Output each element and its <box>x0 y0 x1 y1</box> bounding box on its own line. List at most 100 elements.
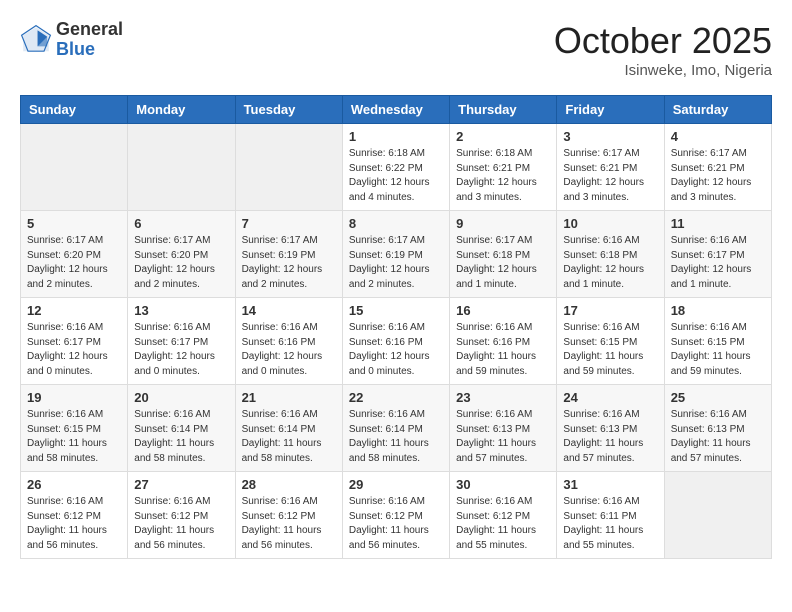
weekday-header-tuesday: Tuesday <box>235 96 342 124</box>
day-number: 24 <box>563 390 657 405</box>
day-info: Sunrise: 6:16 AM Sunset: 6:12 PM Dayligh… <box>27 495 121 553</box>
day-info: Sunrise: 6:16 AM Sunset: 6:14 PM Dayligh… <box>349 408 443 466</box>
day-info: Sunrise: 6:17 AM Sunset: 6:20 PM Dayligh… <box>27 234 121 292</box>
day-number: 23 <box>456 390 550 405</box>
day-info: Sunrise: 6:16 AM Sunset: 6:17 PM Dayligh… <box>27 321 121 379</box>
day-number: 15 <box>349 303 443 318</box>
day-cell <box>21 124 128 211</box>
week-row-5: 26 Sunrise: 6:16 AM Sunset: 6:12 PM Dayli… <box>21 472 772 559</box>
day-cell: 31 Sunrise: 6:16 AM Sunset: 6:11 PM Dayli… <box>557 472 664 559</box>
week-row-2: 5 Sunrise: 6:17 AM Sunset: 6:20 PM Daylig… <box>21 211 772 298</box>
day-number: 28 <box>242 477 336 492</box>
day-number: 18 <box>671 303 765 318</box>
day-cell: 2Sunrise: 6:18 AM Sunset: 6:21 PM Daylig… <box>450 124 557 211</box>
weekday-header-friday: Friday <box>557 96 664 124</box>
day-number: 10 <box>563 216 657 231</box>
day-cell: 19 Sunrise: 6:16 AM Sunset: 6:15 PM Dayli… <box>21 385 128 472</box>
day-number: 7 <box>242 216 336 231</box>
day-info: Sunrise: 6:16 AM Sunset: 6:13 PM Dayligh… <box>563 408 657 466</box>
day-info: Sunrise: 6:16 AM Sunset: 6:14 PM Dayligh… <box>134 408 228 466</box>
day-cell: 29 Sunrise: 6:16 AM Sunset: 6:12 PM Dayli… <box>342 472 449 559</box>
logo-icon <box>20 24 52 56</box>
day-info: Sunrise: 6:17 AM Sunset: 6:20 PM Dayligh… <box>134 234 228 292</box>
day-info: Sunrise: 6:16 AM Sunset: 6:12 PM Dayligh… <box>242 495 336 553</box>
day-info: Sunrise: 6:16 AM Sunset: 6:12 PM Dayligh… <box>349 495 443 553</box>
day-info: Sunrise: 6:16 AM Sunset: 6:16 PM Dayligh… <box>349 321 443 379</box>
week-row-4: 19 Sunrise: 6:16 AM Sunset: 6:15 PM Dayli… <box>21 385 772 472</box>
day-cell: 14 Sunrise: 6:16 AM Sunset: 6:16 PM Dayli… <box>235 298 342 385</box>
month-title: October 2025 <box>554 20 772 62</box>
day-info: Sunrise: 6:16 AM Sunset: 6:12 PM Dayligh… <box>456 495 550 553</box>
day-info: Sunrise: 6:16 AM Sunset: 6:16 PM Dayligh… <box>242 321 336 379</box>
day-cell: 6 Sunrise: 6:17 AM Sunset: 6:20 PM Daylig… <box>128 211 235 298</box>
day-info: Sunrise: 6:17 AM Sunset: 6:19 PM Dayligh… <box>349 234 443 292</box>
weekday-header-sunday: Sunday <box>21 96 128 124</box>
day-cell: 25Sunrise: 6:16 AM Sunset: 6:13 PM Dayli… <box>664 385 771 472</box>
week-row-1: 1 Sunrise: 6:18 AM Sunset: 6:22 PM Daylig… <box>21 124 772 211</box>
logo-text: General Blue <box>56 20 123 60</box>
day-number: 14 <box>242 303 336 318</box>
day-cell: 15 Sunrise: 6:16 AM Sunset: 6:16 PM Dayli… <box>342 298 449 385</box>
day-info: Sunrise: 6:17 AM Sunset: 6:21 PM Dayligh… <box>671 147 765 205</box>
day-cell: 4Sunrise: 6:17 AM Sunset: 6:21 PM Daylig… <box>664 124 771 211</box>
weekday-header-wednesday: Wednesday <box>342 96 449 124</box>
day-number: 21 <box>242 390 336 405</box>
day-cell: 20Sunrise: 6:16 AM Sunset: 6:14 PM Dayli… <box>128 385 235 472</box>
title-block: October 2025 Isinweke, Imo, Nigeria <box>554 20 772 79</box>
calendar-table: SundayMondayTuesdayWednesdayThursdayFrid… <box>20 95 772 559</box>
day-cell: 24 Sunrise: 6:16 AM Sunset: 6:13 PM Dayli… <box>557 385 664 472</box>
day-info: Sunrise: 6:16 AM Sunset: 6:13 PM Dayligh… <box>671 408 765 466</box>
day-cell: 22 Sunrise: 6:16 AM Sunset: 6:14 PM Dayli… <box>342 385 449 472</box>
day-cell: 16Sunrise: 6:16 AM Sunset: 6:16 PM Dayli… <box>450 298 557 385</box>
day-number: 17 <box>563 303 657 318</box>
day-number: 31 <box>563 477 657 492</box>
day-info: Sunrise: 6:16 AM Sunset: 6:13 PM Dayligh… <box>456 408 550 466</box>
day-cell: 21 Sunrise: 6:16 AM Sunset: 6:14 PM Dayli… <box>235 385 342 472</box>
day-cell: 3Sunrise: 6:17 AM Sunset: 6:21 PM Daylig… <box>557 124 664 211</box>
day-number: 19 <box>27 390 121 405</box>
day-cell: 12 Sunrise: 6:16 AM Sunset: 6:17 PM Dayli… <box>21 298 128 385</box>
week-row-3: 12 Sunrise: 6:16 AM Sunset: 6:17 PM Dayli… <box>21 298 772 385</box>
day-cell: 23 Sunrise: 6:16 AM Sunset: 6:13 PM Dayli… <box>450 385 557 472</box>
day-cell: 5 Sunrise: 6:17 AM Sunset: 6:20 PM Daylig… <box>21 211 128 298</box>
day-info: Sunrise: 6:16 AM Sunset: 6:15 PM Dayligh… <box>27 408 121 466</box>
day-cell: 8Sunrise: 6:17 AM Sunset: 6:19 PM Daylig… <box>342 211 449 298</box>
day-info: Sunrise: 6:18 AM Sunset: 6:22 PM Dayligh… <box>349 147 443 205</box>
logo: General Blue <box>20 20 123 60</box>
day-number: 16 <box>456 303 550 318</box>
day-info: Sunrise: 6:16 AM Sunset: 6:11 PM Dayligh… <box>563 495 657 553</box>
weekday-header-monday: Monday <box>128 96 235 124</box>
day-info: Sunrise: 6:17 AM Sunset: 6:19 PM Dayligh… <box>242 234 336 292</box>
day-number: 30 <box>456 477 550 492</box>
day-number: 11 <box>671 216 765 231</box>
page-header: General Blue October 2025 Isinweke, Imo,… <box>20 20 772 79</box>
location: Isinweke, Imo, Nigeria <box>554 62 772 79</box>
day-info: Sunrise: 6:16 AM Sunset: 6:17 PM Dayligh… <box>671 234 765 292</box>
day-cell: 17Sunrise: 6:16 AM Sunset: 6:15 PM Dayli… <box>557 298 664 385</box>
day-info: Sunrise: 6:18 AM Sunset: 6:21 PM Dayligh… <box>456 147 550 205</box>
day-cell: 28 Sunrise: 6:16 AM Sunset: 6:12 PM Dayli… <box>235 472 342 559</box>
day-info: Sunrise: 6:16 AM Sunset: 6:14 PM Dayligh… <box>242 408 336 466</box>
day-info: Sunrise: 6:16 AM Sunset: 6:12 PM Dayligh… <box>134 495 228 553</box>
day-number: 13 <box>134 303 228 318</box>
day-cell: 11 Sunrise: 6:16 AM Sunset: 6:17 PM Dayli… <box>664 211 771 298</box>
day-info: Sunrise: 6:16 AM Sunset: 6:15 PM Dayligh… <box>671 321 765 379</box>
day-cell: 10 Sunrise: 6:16 AM Sunset: 6:18 PM Dayli… <box>557 211 664 298</box>
weekday-header-row: SundayMondayTuesdayWednesdayThursdayFrid… <box>21 96 772 124</box>
day-number: 27 <box>134 477 228 492</box>
day-number: 9 <box>456 216 550 231</box>
day-number: 12 <box>27 303 121 318</box>
day-number: 5 <box>27 216 121 231</box>
weekday-header-saturday: Saturday <box>664 96 771 124</box>
weekday-header-thursday: Thursday <box>450 96 557 124</box>
day-cell: 26 Sunrise: 6:16 AM Sunset: 6:12 PM Dayli… <box>21 472 128 559</box>
day-number: 29 <box>349 477 443 492</box>
logo-blue: Blue <box>56 40 123 60</box>
day-cell: 18 Sunrise: 6:16 AM Sunset: 6:15 PM Dayli… <box>664 298 771 385</box>
day-number: 1 <box>349 129 443 144</box>
day-info: Sunrise: 6:16 AM Sunset: 6:18 PM Dayligh… <box>563 234 657 292</box>
day-number: 22 <box>349 390 443 405</box>
day-number: 26 <box>27 477 121 492</box>
day-cell: 30 Sunrise: 6:16 AM Sunset: 6:12 PM Dayli… <box>450 472 557 559</box>
day-number: 6 <box>134 216 228 231</box>
